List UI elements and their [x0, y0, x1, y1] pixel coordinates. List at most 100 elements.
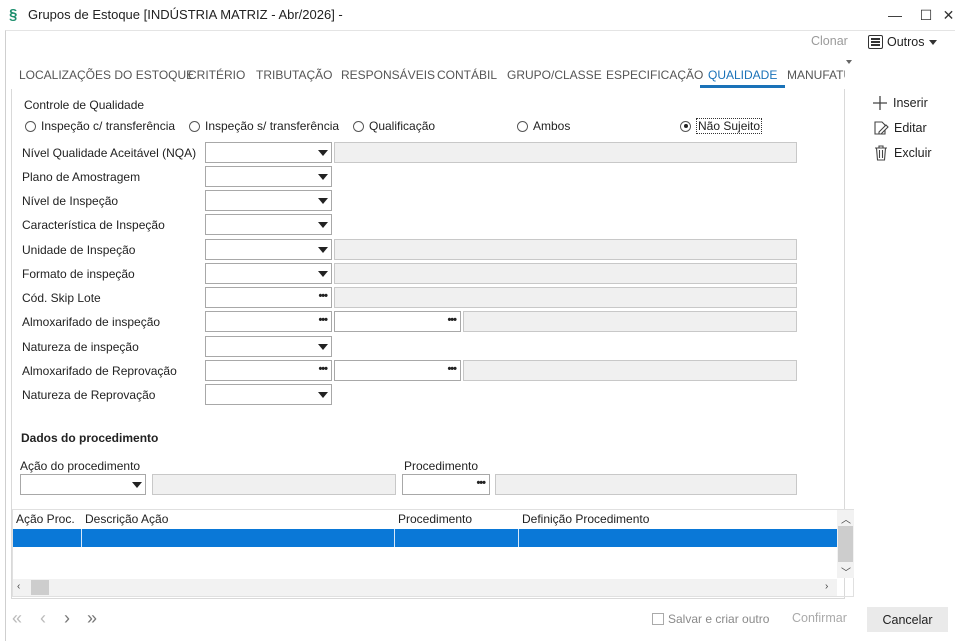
outros-menu-button[interactable]: Outros [868, 33, 937, 51]
tab-bar: LOCALIZAÇÕES DO ESTOQUE CRITÉRIO TRIBUTA… [11, 64, 845, 88]
maximize-button[interactable]: ☐ [914, 5, 938, 25]
radio-indicator [517, 120, 528, 132]
radio-label: Inspeção c/ transferência [41, 119, 176, 133]
chevron-down-icon [928, 39, 937, 45]
almox-inspecao-description-field [463, 311, 797, 332]
ellipsis-icon[interactable]: ••• [318, 314, 328, 326]
tab-responsaveis[interactable]: RESPONSÁVEIS [341, 64, 435, 88]
column-header-acao-proc[interactable]: Ação Proc. [16, 512, 75, 526]
almox-reprovacao-label: Almoxarifado de Reprovação [22, 364, 177, 378]
column-header-procedimento[interactable]: Procedimento [398, 512, 472, 526]
horizontal-scroll-thumb[interactable] [31, 580, 49, 595]
radio-indicator [353, 120, 364, 132]
radio-nao-sujeito[interactable]: Não Sujeito [680, 118, 763, 134]
chevron-down-icon [318, 247, 328, 253]
dados-procedimento-title: Dados do procedimento [21, 431, 159, 445]
tab-manufatura[interactable]: MANUFATU [787, 64, 845, 88]
acao-procedimento-select[interactable] [20, 474, 146, 495]
cell-divider [81, 529, 82, 547]
tab-contabil[interactable]: CONTÁBIL [437, 64, 497, 88]
clonar-button[interactable]: Clonar [811, 34, 848, 48]
cancelar-button[interactable]: Cancelar [867, 607, 948, 632]
radio-indicator [25, 120, 36, 132]
scroll-down-icon[interactable]: ﹀ [841, 564, 851, 579]
tab-especificacao[interactable]: ESPECIFICAÇÃO [606, 64, 703, 88]
window-title: Grupos de Estoque [INDÚSTRIA MATRIZ - Ab… [28, 7, 343, 22]
nav-next-icon[interactable]: › [64, 608, 70, 629]
chevron-down-icon [318, 198, 328, 204]
unidade-inspecao-description-field [334, 239, 797, 260]
tab-overflow-icon[interactable] [846, 60, 852, 64]
close-button[interactable]: ✕ [942, 5, 955, 25]
inserir-label: Inserir [893, 96, 928, 110]
radio-label: Não Sujeito [696, 118, 763, 134]
scroll-left-icon[interactable]: ‹ [17, 581, 20, 592]
salvar-criar-outro-checkbox[interactable] [652, 613, 664, 625]
column-header-definicao-procedimento[interactable]: Definição Procedimento [522, 512, 649, 526]
edit-icon [874, 121, 889, 135]
minimize-button[interactable]: — [883, 5, 907, 25]
cell-divider [518, 529, 519, 547]
nqa-select[interactable] [205, 142, 332, 163]
ellipsis-icon[interactable]: ••• [447, 363, 457, 375]
confirmar-button[interactable]: Confirmar [792, 611, 847, 625]
procedimentos-grid[interactable]: Ação Proc. Descrição Ação Procedimento D… [12, 509, 854, 597]
radio-inspecao-com-transferencia[interactable]: Inspeção c/ transferência [25, 119, 175, 133]
inserir-button[interactable]: Inserir [872, 95, 928, 111]
ellipsis-icon[interactable]: ••• [318, 290, 328, 302]
horizontal-scrollbar[interactable]: ‹ › [13, 579, 837, 596]
nav-first-icon[interactable]: « [12, 608, 22, 629]
radio-qualificacao[interactable]: Qualificação [353, 119, 435, 133]
column-header-descricao-acao[interactable]: Descrição Ação [85, 512, 168, 526]
skip-lote-lookup[interactable]: ••• [205, 287, 332, 308]
radio-label: Ambos [533, 119, 571, 133]
cell-divider [394, 529, 395, 547]
excluir-button[interactable]: Excluir [873, 145, 932, 161]
almox-inspecao-location-lookup[interactable]: ••• [334, 311, 461, 332]
radio-ambos[interactable]: Ambos [517, 119, 570, 133]
salvar-criar-outro-label[interactable]: Salvar e criar outro [668, 612, 769, 626]
tab-grupo-classe[interactable]: GRUPO/CLASSE [507, 64, 602, 88]
plano-amostragem-select[interactable] [205, 166, 332, 187]
unidade-inspecao-select[interactable] [205, 239, 332, 260]
ellipsis-icon[interactable]: ••• [476, 477, 486, 489]
natureza-inspecao-select[interactable] [205, 336, 332, 357]
scroll-up-icon[interactable]: ︿ [841, 511, 851, 526]
nqa-label: Nível Qualidade Aceitável (NQA) [22, 146, 197, 160]
skip-lote-label: Cód. Skip Lote [22, 291, 101, 305]
tab-localizacoes[interactable]: LOCALIZAÇÕES DO ESTOQUE [19, 64, 194, 88]
almox-reprovacao-location-lookup[interactable]: ••• [334, 360, 461, 381]
excluir-label: Excluir [894, 146, 932, 160]
chevron-down-icon [318, 222, 328, 228]
procedimento-lookup[interactable]: ••• [402, 474, 490, 495]
scroll-right-icon[interactable]: › [825, 581, 828, 592]
acao-procedimento-description-field [152, 474, 396, 495]
procedimento-description-field [495, 474, 797, 495]
radio-indicator [189, 120, 200, 132]
ellipsis-icon[interactable]: ••• [447, 314, 457, 326]
table-row[interactable] [13, 529, 837, 547]
tab-criterio[interactable]: CRITÉRIO [188, 64, 245, 88]
formato-inspecao-description-field [334, 263, 797, 284]
nav-last-icon[interactable]: » [87, 608, 97, 629]
caracteristica-inspecao-select[interactable] [205, 214, 332, 235]
natureza-reprovacao-select[interactable] [205, 384, 332, 405]
ellipsis-icon[interactable]: ••• [318, 363, 328, 375]
vertical-scrollbar[interactable]: ︿ ﹀ [837, 510, 854, 579]
almox-reprovacao-description-field [463, 360, 797, 381]
radio-inspecao-sem-transferencia[interactable]: Inspeção s/ transferência [189, 119, 339, 133]
radio-label: Qualificação [369, 119, 436, 133]
almox-reprovacao-lookup[interactable]: ••• [205, 360, 332, 381]
vertical-scroll-thumb[interactable] [838, 526, 853, 562]
almox-inspecao-label: Almoxarifado de inspeção [22, 315, 161, 329]
tab-tributacao[interactable]: TRIBUTAÇÃO [256, 64, 332, 88]
nivel-inspecao-select[interactable] [205, 190, 332, 211]
chevron-down-icon [318, 392, 328, 398]
caracteristica-inspecao-label: Característica de Inspeção [22, 218, 165, 232]
nav-prev-icon[interactable]: ‹ [40, 608, 46, 629]
almox-inspecao-lookup[interactable]: ••• [205, 311, 332, 332]
editar-button[interactable]: Editar [873, 120, 927, 136]
chevron-down-icon [318, 344, 328, 350]
formato-inspecao-select[interactable] [205, 263, 332, 284]
tab-qualidade[interactable]: QUALIDADE [700, 64, 786, 88]
